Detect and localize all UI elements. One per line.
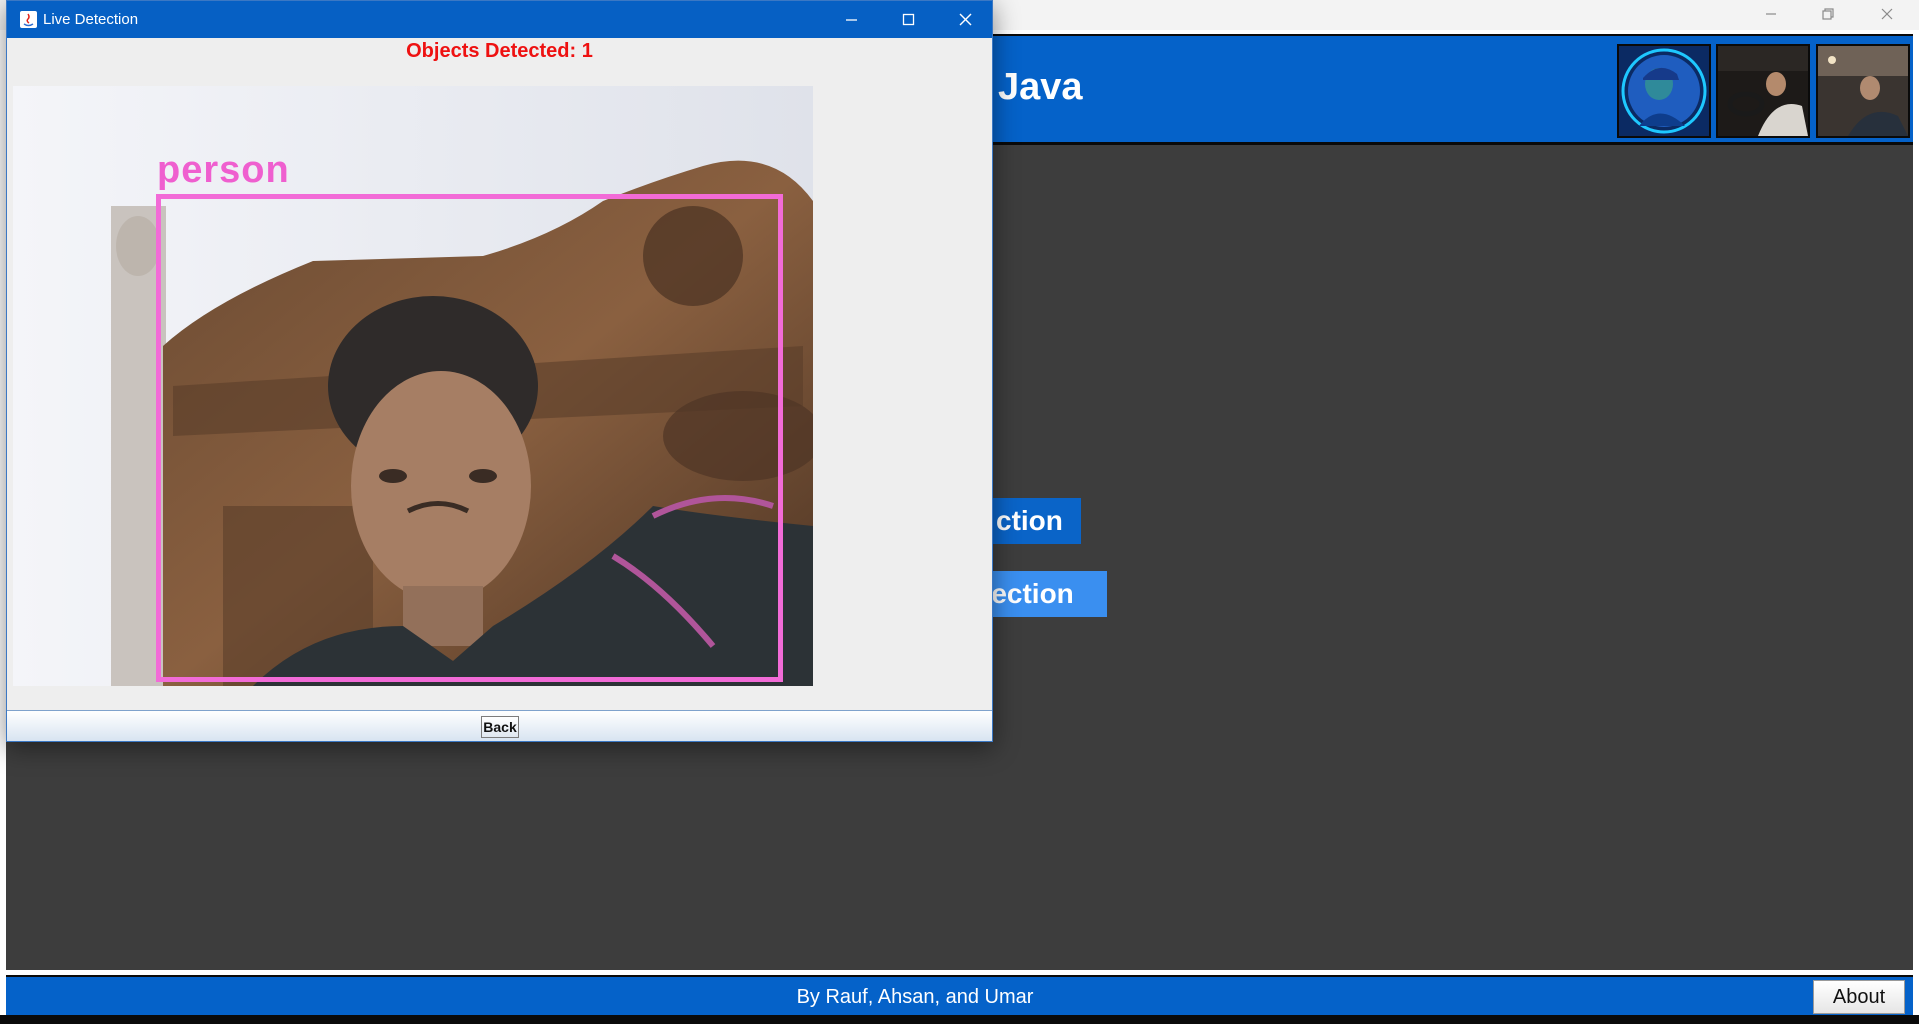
- live-titlebar[interactable]: Live Detection: [7, 1, 992, 38]
- close-icon[interactable]: [937, 1, 993, 38]
- java-app-icon: [20, 11, 37, 28]
- detection-bounding-box: [156, 194, 783, 682]
- main-restore-icon[interactable]: [1805, 0, 1851, 28]
- main-minimize-icon[interactable]: [1748, 0, 1794, 28]
- live-bottom-bar: Back: [7, 710, 992, 741]
- main-close-icon[interactable]: [1864, 0, 1910, 28]
- main-footer: By Rauf, Ahsan, and Umar About: [6, 975, 1913, 1015]
- image-detection-button-label: ction: [996, 505, 1063, 536]
- maximize-icon[interactable]: [880, 1, 936, 38]
- minimize-icon[interactable]: [823, 1, 879, 38]
- main-title: Java: [998, 66, 1083, 108]
- about-button[interactable]: About: [1813, 980, 1905, 1014]
- live-detection-window: Live Detection Objects Detected: 1 perso…: [6, 0, 993, 742]
- footer-credits: By Rauf, Ahsan, and Umar: [796, 986, 1034, 1008]
- detection-label: person: [157, 149, 290, 191]
- team-photo-1: [1617, 44, 1711, 138]
- live-window-title: Live Detection: [43, 11, 139, 28]
- live-detection-button-label: tection: [982, 578, 1074, 609]
- back-button[interactable]: Back: [481, 716, 519, 738]
- team-photo-2: [1716, 44, 1810, 138]
- bottom-border: [0, 1015, 1919, 1024]
- team-photo-3: [1816, 44, 1910, 138]
- objects-detected-count: Objects Detected: 1: [406, 40, 593, 62]
